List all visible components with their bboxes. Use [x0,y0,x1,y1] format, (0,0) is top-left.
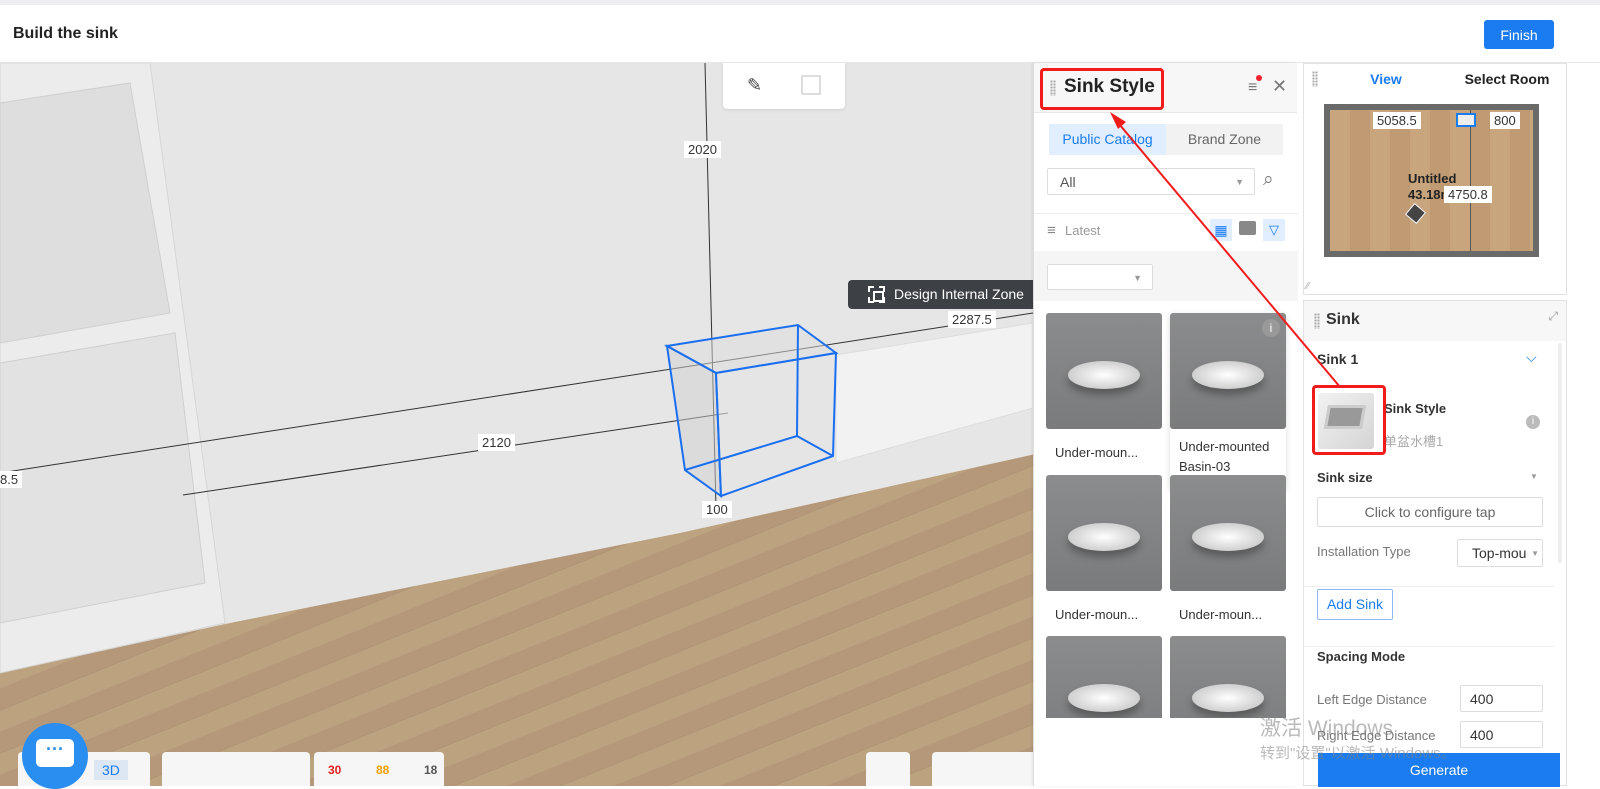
tools-toolbar[interactable] [162,752,310,786]
annotation-box-thumbnail [1312,385,1386,455]
select-zone-icon [868,286,885,303]
category-select[interactable]: All ▼ [1047,168,1255,195]
item-thumbnail [1170,475,1286,591]
catalog-item[interactable] [1170,636,1286,718]
3d-viewport[interactable]: ✎ 2020 2287.5 2120 8.5 100 Design Intern… [0,63,1040,786]
annotation-box-title [1040,68,1164,110]
chevron-down-icon[interactable]: ⌵ [1526,349,1537,366]
dimension-wall-length: 2120 [478,434,515,451]
section-sink-1[interactable]: Sink 1 [1317,351,1358,367]
generate-button[interactable]: Generate [1318,753,1560,787]
catalog-item[interactable] [1046,636,1162,718]
filter-select[interactable]: ▼ [1047,264,1153,290]
installation-type-label: Installation Type [1317,544,1411,559]
item-name: Under-moun... [1046,429,1162,463]
item-thumbnail [1046,636,1162,718]
sink-style-label: Sink Style [1384,401,1447,416]
scene [0,63,1040,786]
sink-properties-panel: Sink ⤢ Sink 1 ⌵ Sink Style 单盆水槽1 i Sink … [1303,300,1567,787]
chevron-down-icon: ▼ [1235,177,1244,187]
item-thumbnail [1170,636,1286,718]
sink-style-value: 单盆水槽1 [1384,434,1444,449]
design-internal-zone-button[interactable]: Design Internal Zone [848,280,1038,309]
camera-icon[interactable] [1404,202,1427,225]
tab-view[interactable]: View [1326,64,1446,94]
page-title: Build the sink [13,25,118,42]
status-toolbar[interactable]: 30 88 18 [314,752,444,786]
info-icon[interactable]: i [1526,415,1540,429]
folder-icon[interactable] [1239,221,1256,235]
search-icon[interactable]: ⌕ [1263,169,1274,191]
category-select-value: All [1060,174,1076,190]
info-count[interactable]: 18 [424,763,437,777]
resize-handle-icon[interactable]: ∕∕ [1306,281,1309,292]
list-menu-icon[interactable]: ≡ [1248,75,1263,97]
finish-button[interactable]: Finish [1484,20,1554,49]
header: Build the sink Finish [0,5,1600,63]
filter-icon[interactable]: ▽ [1263,219,1285,241]
sink-panel-title: Sink [1326,311,1360,328]
left-edge-input[interactable]: 400 [1460,685,1543,712]
catalog-tabs: Public Catalog Brand Zone [1049,124,1283,155]
item-thumbnail [1046,313,1162,429]
catalog-item[interactable]: i Under-mounted Basin-03 [1170,313,1286,489]
right-edge-input[interactable]: 400 [1460,721,1543,748]
caret-down-icon: ▼ [1531,549,1539,558]
spacing-mode-label: Spacing Mode [1317,649,1406,664]
item-name: Under-moun... [1170,591,1286,625]
right-edge-label: Right Edge Distance [1317,728,1436,743]
expand-icon[interactable]: ⤢ [1548,309,1558,324]
left-edge-label: Left Edge Distance [1317,692,1427,707]
catalog-item[interactable]: Under-moun... [1046,475,1162,625]
sink-size-label[interactable]: Sink size [1317,470,1373,485]
chat-button[interactable]: ··· [22,723,88,789]
room-name: Untitled [1408,171,1457,186]
sink-panel-header: Sink ⤢ [1304,301,1566,341]
tab-public-catalog[interactable]: Public Catalog [1049,124,1166,155]
tab-select-room[interactable]: Select Room [1446,64,1568,94]
installation-type-select[interactable]: Top-mou ▼ [1457,539,1543,567]
error-count[interactable]: 30 [328,763,341,777]
dimension-bottom: 100 [702,501,732,518]
item-name: Under-moun... [1046,591,1162,625]
item-thumbnail [1046,475,1162,591]
close-icon[interactable]: ✕ [1272,76,1287,97]
chat-icon: ··· [36,739,74,767]
item-thumbnail: i [1170,313,1286,429]
dimension-height: 2020 [684,141,721,158]
drag-handle-icon[interactable] [1312,71,1318,87]
chevron-down-icon: ▼ [1133,273,1142,283]
sink-style-catalog: Sink Style ≡ ✕ Public Catalog Brand Zone… [1033,63,1298,786]
view-toolbar[interactable] [932,752,1040,786]
minimap-dim-top: 5058.5 [1373,112,1421,129]
scrollbar[interactable] [1558,343,1562,563]
add-frame-icon[interactable] [801,75,821,95]
catalog-item[interactable]: Under-moun... [1046,313,1162,463]
top-tool-panel: ✎ [723,63,845,109]
minimap-panel[interactable]: View Select Room 5058.5 800 Untitled 43.… [1303,63,1567,295]
paint-brush-icon[interactable]: ✎ [747,75,762,96]
grid-view-icon[interactable]: ▦ [1210,219,1232,241]
room-plan[interactable]: 5058.5 800 Untitled 43.18m 4750.8 [1324,104,1539,257]
catalog-item[interactable]: Under-moun... [1170,475,1286,625]
minimap-dim-side: 4750.8 [1444,186,1492,203]
minimap-dim-right: 800 [1490,112,1520,129]
add-sink-button[interactable]: Add Sink [1317,589,1393,620]
design-internal-zone-label: Design Internal Zone [894,286,1024,302]
sort-label[interactable]: Latest [1065,223,1100,238]
item-name: Under-mounted Basin-03 [1170,429,1286,477]
info-icon[interactable]: i [1262,319,1280,337]
dimension-left: 8.5 [0,471,23,488]
selected-sink-marker[interactable] [1456,113,1476,127]
person-button[interactable] [866,752,910,786]
installation-type-value: Top-mou [1472,545,1527,561]
configure-tap-button[interactable]: Click to configure tap [1317,497,1543,527]
warning-count[interactable]: 88 [376,763,389,777]
sort-icon[interactable]: ≡ [1047,222,1056,239]
tab-brand-zone[interactable]: Brand Zone [1166,124,1283,155]
view-mode-3d[interactable]: 3D [94,760,128,780]
dimension-top-length: 2287.5 [948,311,996,328]
caret-down-icon[interactable]: ▼ [1530,472,1538,481]
drag-handle-icon[interactable] [1314,313,1320,329]
